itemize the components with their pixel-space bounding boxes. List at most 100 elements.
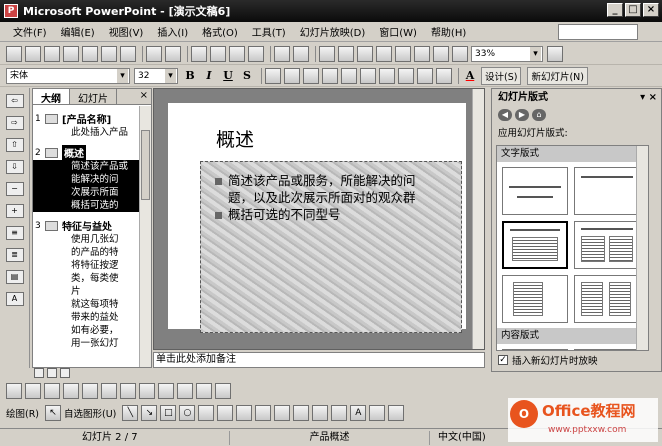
align-center-icon[interactable] xyxy=(284,67,300,84)
layout-content-2[interactable] xyxy=(574,349,640,350)
format-picture-icon[interactable] xyxy=(177,383,193,399)
clipart-icon[interactable] xyxy=(274,405,291,421)
slide-sorter-icon[interactable] xyxy=(47,368,57,378)
italic-button[interactable]: I xyxy=(201,68,217,84)
menu-help[interactable]: 帮助(H) xyxy=(424,24,473,39)
gallery-scrollbar[interactable] xyxy=(636,146,648,350)
powerpoint-app-icon[interactable]: P xyxy=(4,4,18,18)
rotate-icon[interactable] xyxy=(101,383,117,399)
line-style-icon[interactable] xyxy=(120,383,136,399)
copy-icon[interactable] xyxy=(210,45,226,62)
outline-bullet[interactable]: 将特征按逻 xyxy=(33,259,151,272)
diagram-icon[interactable] xyxy=(255,405,272,421)
cut-icon[interactable] xyxy=(191,45,207,62)
checkbox-icon[interactable]: ✓ xyxy=(498,355,508,365)
reset-picture-icon[interactable] xyxy=(215,383,231,399)
decrease-font-icon[interactable] xyxy=(398,67,414,84)
redo-icon[interactable] xyxy=(293,45,309,62)
arrow-icon[interactable]: ↘ xyxy=(141,405,158,421)
color-icon[interactable] xyxy=(25,383,41,399)
design-button[interactable]: 设计(S) xyxy=(481,66,522,85)
font-color-button[interactable]: A xyxy=(462,68,478,84)
minimize-button[interactable]: _ xyxy=(607,3,623,17)
insert-table-icon[interactable] xyxy=(338,45,354,62)
close-icon[interactable]: × xyxy=(140,90,148,101)
outline-bullet[interactable]: 就这每项特 xyxy=(33,298,151,311)
print-icon[interactable] xyxy=(101,45,117,62)
open-icon[interactable] xyxy=(25,45,41,62)
slide-canvas[interactable]: 概述 简述该产品或服务，所能解决的问 题，以及此次展示所面对的观众群 概括可选的… xyxy=(168,103,466,333)
menu-file[interactable]: 文件(F) xyxy=(6,24,54,39)
email-icon[interactable] xyxy=(82,45,98,62)
outline-scrollbar[interactable] xyxy=(139,106,151,367)
outline-bullet[interactable]: 简述该产品或 xyxy=(33,160,151,173)
home-icon[interactable]: ⌂ xyxy=(532,109,546,121)
collapse-all-icon[interactable]: ≡ xyxy=(5,226,24,240)
menu-insert[interactable]: 插入(I) xyxy=(150,24,195,39)
new-icon[interactable] xyxy=(6,45,22,62)
distribute-icon[interactable] xyxy=(322,67,338,84)
outline-bullet[interactable]: 如有必要， xyxy=(33,324,151,337)
less-contrast-icon[interactable] xyxy=(63,383,79,399)
outline-bullet[interactable]: 能解决的问 xyxy=(33,173,151,186)
line-style-draw-icon[interactable] xyxy=(369,405,386,421)
layout-vertical-title-text[interactable] xyxy=(502,275,568,323)
save-icon[interactable] xyxy=(44,45,60,62)
font-select[interactable]: 宋体 xyxy=(6,67,130,84)
insert-chart-icon[interactable] xyxy=(319,45,335,62)
menu-window[interactable]: 窗口(W) xyxy=(372,24,424,39)
compress-icon[interactable] xyxy=(139,383,155,399)
layout-title-slide[interactable] xyxy=(502,167,568,215)
scrollbar-thumb[interactable] xyxy=(141,130,150,200)
increase-font-icon[interactable] xyxy=(379,67,395,84)
wordart-icon[interactable] xyxy=(236,405,253,421)
demote-icon[interactable]: ⇨ xyxy=(5,116,24,130)
bullets-icon[interactable] xyxy=(360,67,376,84)
autoshapes-menu[interactable]: 自选图形(U) xyxy=(64,406,116,420)
slideshow-view-icon[interactable] xyxy=(60,368,70,378)
slide-body-placeholder[interactable]: 简述该产品或服务，所能解决的问 题，以及此次展示所面对的观众群 概括可选的不同型… xyxy=(200,161,462,333)
font-size-select[interactable]: 32 xyxy=(134,67,178,84)
undo-icon[interactable] xyxy=(274,45,290,62)
vertical-textbox-icon[interactable] xyxy=(217,405,234,421)
align-right-icon[interactable] xyxy=(303,67,319,84)
tab-outline[interactable]: 大纲 xyxy=(33,89,70,105)
insert-picture-icon[interactable] xyxy=(6,383,22,399)
select-objects-icon[interactable]: ↖ xyxy=(45,405,62,421)
expand-all-outline-icon[interactable]: ≣ xyxy=(5,248,24,262)
line-icon[interactable]: ╲ xyxy=(122,405,139,421)
forward-icon[interactable]: ▶ xyxy=(515,109,529,121)
outline-bullet[interactable]: 使用几张幻 xyxy=(33,233,151,246)
research-icon[interactable] xyxy=(165,45,181,62)
move-down-icon[interactable]: ⇩ xyxy=(5,160,24,174)
color-grayscale-icon[interactable] xyxy=(452,45,468,62)
zoom-select[interactable]: 33% xyxy=(471,45,543,62)
expand-all-icon[interactable] xyxy=(395,45,411,62)
fill-color-icon[interactable] xyxy=(312,405,329,421)
picture-icon[interactable] xyxy=(293,405,310,421)
outline-bullet[interactable]: 的产品的特 xyxy=(33,246,151,259)
outline-slide-1[interactable]: 1 [产品名称] xyxy=(33,111,151,126)
show-formatting-outline-icon[interactable]: A xyxy=(5,292,24,306)
underline-button[interactable]: U xyxy=(220,68,236,84)
outline-bullet[interactable]: 概括可选的 xyxy=(33,199,151,212)
crop-icon[interactable] xyxy=(82,383,98,399)
maximize-button[interactable]: □ xyxy=(625,3,641,17)
transparent-color-icon[interactable] xyxy=(196,383,212,399)
dash-style-icon[interactable] xyxy=(388,405,405,421)
numbering-icon[interactable] xyxy=(341,67,357,84)
shadow-button[interactable]: S xyxy=(239,68,255,84)
menu-tools[interactable]: 工具(T) xyxy=(245,24,293,39)
print-preview-icon[interactable] xyxy=(120,45,136,62)
close-button[interactable]: × xyxy=(643,3,659,17)
recolor-icon[interactable] xyxy=(158,383,174,399)
show-formatting-icon[interactable] xyxy=(414,45,430,62)
align-left-icon[interactable] xyxy=(265,67,281,84)
show-on-insert-checkbox[interactable]: ✓ 插入新幻灯片时放映 xyxy=(498,353,598,367)
new-slide-button[interactable]: 新幻灯片(N) xyxy=(527,66,588,85)
summary-slide-icon[interactable]: ▤ xyxy=(5,270,24,284)
outline-slide-3[interactable]: 3 特征与益处 xyxy=(33,218,151,233)
outline-bullet[interactable]: 片 xyxy=(33,285,151,298)
permission-icon[interactable] xyxy=(63,45,79,62)
increase-indent-icon[interactable] xyxy=(436,67,452,84)
